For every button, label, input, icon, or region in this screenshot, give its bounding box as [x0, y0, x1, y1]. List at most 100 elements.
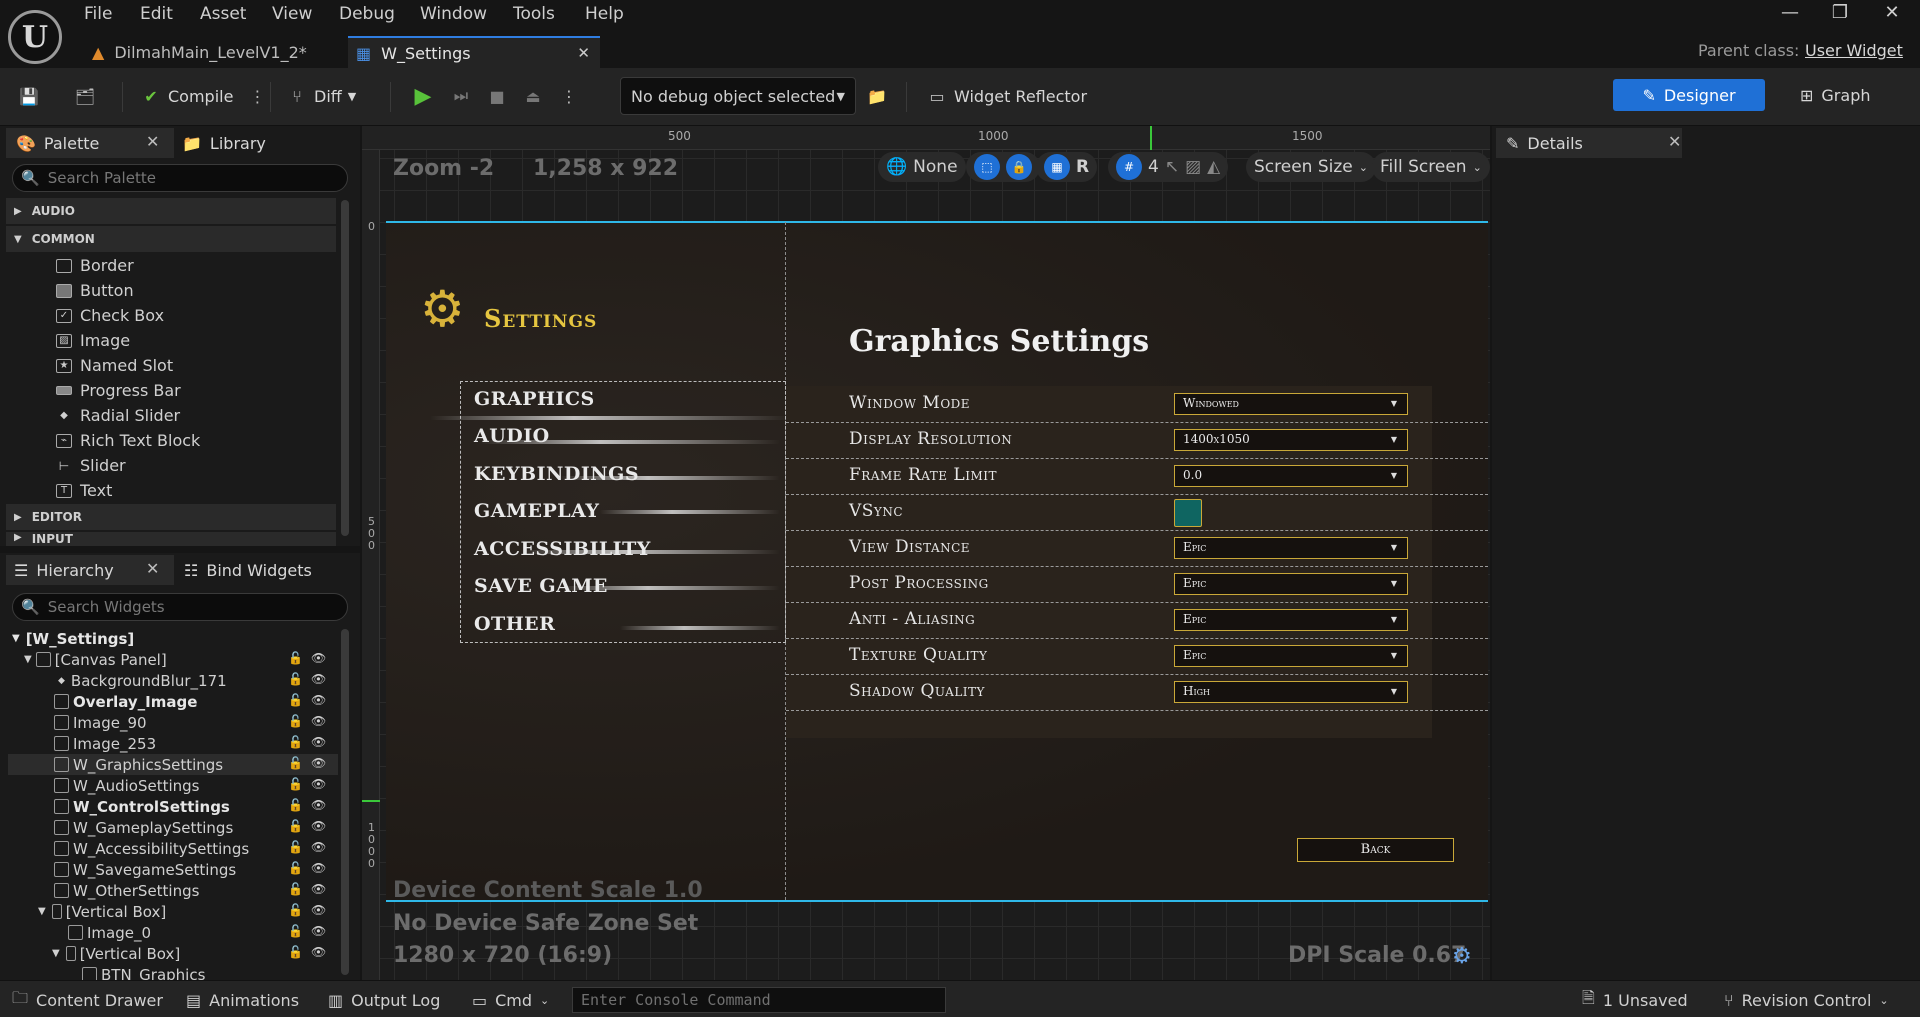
category-editor[interactable]: ▶ EDITOR — [6, 504, 336, 530]
widget-reflector-button[interactable]: ▭ Widget Reflector — [926, 80, 1087, 112]
category-audio[interactable]: ▶ AUDIO — [6, 198, 336, 224]
menu-debug[interactable]: Debug — [339, 4, 395, 28]
lock-icon[interactable]: 🔒 — [1006, 154, 1032, 180]
marquee-select-icon[interactable]: ⬚ — [974, 154, 1000, 180]
lock-visibility-icons[interactable]: 🔓👁 — [288, 672, 334, 686]
close-palette-icon[interactable]: ✕ — [146, 132, 159, 151]
tab-w-settings[interactable]: ▦ W_Settings ✕ — [348, 36, 600, 68]
compile-options-icon[interactable]: ⋮ — [249, 87, 265, 106]
nav-graphics[interactable]: GRAPHICS — [474, 388, 595, 410]
palette-item-check-box[interactable]: ✓ Check Box — [56, 303, 164, 328]
lock-visibility-icons[interactable]: 🔓👁 — [288, 924, 334, 938]
respect-locks-label[interactable]: R — [1076, 157, 1089, 177]
lock-visibility-icons[interactable]: 🔓👁 — [288, 693, 334, 707]
lock-visibility-icons[interactable]: 🔓👁 — [288, 819, 334, 833]
palette-item-button[interactable]: Button — [56, 278, 134, 303]
palette-item-progress-bar[interactable]: Progress Bar — [56, 378, 181, 403]
close-tab-icon[interactable]: ✕ — [577, 44, 590, 62]
hierarchy-row[interactable]: BTN_Graphics — [8, 964, 338, 980]
tab-level[interactable]: ▲ DilmahMain_LevelV1_2* — [92, 36, 342, 68]
vsync-checkbox[interactable] — [1174, 499, 1202, 527]
unsaved-button[interactable]: 🗎 1 Unsaved — [1582, 987, 1688, 1013]
lock-visibility-icons[interactable]: 🔓👁 — [288, 735, 334, 749]
nav-accessibility[interactable]: ACCESSIBILITY — [474, 538, 651, 560]
triangle-icon[interactable]: ◭ — [1207, 157, 1220, 177]
nav-audio[interactable]: AUDIO — [474, 425, 550, 447]
lock-visibility-icons[interactable]: 🔓👁 — [288, 882, 334, 896]
shadow-quality-dropdown[interactable]: High ▼ — [1174, 681, 1408, 703]
hierarchy-search-input[interactable]: 🔍 Search Widgets — [12, 593, 348, 621]
nav-other[interactable]: OTHER — [474, 613, 555, 635]
menu-file[interactable]: File — [84, 4, 112, 28]
hierarchy-row[interactable]: ▼ [W_Settings] — [8, 628, 338, 649]
menu-window[interactable]: Window — [420, 4, 487, 28]
localization-preview-dropdown[interactable]: 🌐 None — [878, 152, 966, 182]
lock-visibility-icons[interactable]: 🔓👁 — [288, 756, 334, 770]
layout-mode-icon[interactable]: ▦ — [1044, 154, 1070, 180]
lock-visibility-icons[interactable]: 🔓👁 — [288, 798, 334, 812]
save-button[interactable]: 💾 — [18, 80, 40, 112]
grid-size-label[interactable]: 4 — [1148, 157, 1159, 177]
frame-rate-limit-dropdown[interactable]: 0.0 ▼ — [1174, 465, 1408, 487]
hierarchy-scrollbar[interactable] — [341, 629, 349, 975]
marquee-tools[interactable]: ⬚ 🔒 — [966, 152, 1040, 182]
texture-quality-dropdown[interactable]: Epic ▼ — [1174, 645, 1408, 667]
fill-screen-dropdown[interactable]: Fill Screen ⌄ — [1372, 152, 1490, 182]
nav-gameplay[interactable]: GAMEPLAY — [474, 500, 600, 522]
display-resolution-dropdown[interactable]: 1400x1050 ▼ — [1174, 429, 1408, 451]
category-common[interactable]: ▼ COMMON — [6, 226, 336, 252]
image-preview-icon[interactable]: ▨ — [1185, 157, 1201, 177]
lock-visibility-icons[interactable]: 🔓👁 — [288, 861, 334, 875]
compile-button[interactable]: ✔ Compile ⋮ — [140, 80, 265, 112]
menu-tools[interactable]: Tools — [513, 4, 555, 28]
output-log-button[interactable]: ▥ Output Log — [328, 987, 440, 1013]
minimize-icon[interactable]: — — [1768, 2, 1812, 28]
palette-item-border[interactable]: Border — [56, 253, 134, 278]
tab-details[interactable]: ✎ Details — [1496, 128, 1682, 158]
grid-icon[interactable]: # — [1116, 154, 1142, 180]
restore-icon[interactable]: ❐ — [1818, 2, 1862, 28]
eject-button[interactable]: ⏏ — [522, 80, 544, 112]
palette-item-slider[interactable]: ⊢ Slider — [56, 453, 126, 478]
lock-visibility-icons[interactable]: 🔓👁 — [288, 903, 334, 917]
layout-tools[interactable]: ▦ R — [1036, 152, 1098, 182]
screen-size-dropdown[interactable]: Screen Size ⌄ — [1246, 152, 1376, 182]
anti-aliasing-dropdown[interactable]: Epic ▼ — [1174, 609, 1408, 631]
palette-item-rich-text-block[interactable]: ⌁ Rich Text Block — [56, 428, 200, 453]
palette-scrollbar[interactable] — [341, 200, 349, 536]
menu-help[interactable]: Help — [585, 4, 624, 28]
play-button[interactable]: ▶ — [412, 80, 434, 112]
nav-save-game[interactable]: SAVE GAME — [474, 575, 608, 597]
console-input[interactable]: Enter Console Command — [572, 987, 946, 1013]
lock-visibility-icons[interactable]: 🔓👁 — [288, 651, 334, 665]
play-options-button[interactable]: ⋮ — [558, 80, 580, 112]
tab-library[interactable]: 📁 Library — [182, 128, 322, 158]
nav-keybindings[interactable]: KEYBINDINGS — [474, 463, 639, 485]
browse-button[interactable]: 🗂 — [74, 80, 96, 112]
lock-visibility-icons[interactable]: 🔓👁 — [288, 714, 334, 728]
close-hierarchy-icon[interactable]: ✕ — [146, 559, 159, 578]
menu-view[interactable]: View — [272, 4, 312, 28]
tab-bind-widgets[interactable]: ☷ Bind Widgets — [184, 555, 334, 585]
back-button[interactable]: Back — [1297, 838, 1454, 862]
step-button[interactable]: ⏭ — [450, 80, 472, 112]
content-drawer-button[interactable]: 🗀 Content Drawer — [12, 987, 163, 1013]
stop-button[interactable]: ■ — [486, 80, 508, 112]
dpi-settings-gear-icon[interactable]: ⚙ — [1452, 944, 1472, 969]
post-processing-dropdown[interactable]: Epic ▼ — [1174, 573, 1408, 595]
animations-button[interactable]: ▤ Animations — [186, 987, 299, 1013]
category-input[interactable]: ▶ INPUT — [6, 532, 336, 546]
menu-edit[interactable]: Edit — [140, 4, 173, 28]
debug-object-select[interactable]: No debug object selected ▼ — [620, 77, 856, 115]
cursor-icon[interactable]: ↖ — [1165, 157, 1179, 177]
debug-browse-button[interactable]: 📁 — [866, 80, 888, 112]
view-distance-dropdown[interactable]: Epic ▼ — [1174, 537, 1408, 559]
grid-tools[interactable]: # 4 ↖ ▨ ◭ — [1108, 152, 1229, 182]
graph-mode-button[interactable]: ⊞ Graph — [1800, 79, 1900, 111]
diff-button[interactable]: ⑂ Diff ▼ — [286, 80, 356, 112]
unreal-logo-icon[interactable]: U — [8, 10, 62, 64]
close-window-icon[interactable]: ✕ — [1870, 2, 1914, 28]
menu-asset[interactable]: Asset — [200, 4, 246, 28]
revision-control-button[interactable]: ⑂ Revision Control ⌄ — [1724, 987, 1889, 1013]
palette-item-named-slot[interactable]: ★ Named Slot — [56, 353, 173, 378]
